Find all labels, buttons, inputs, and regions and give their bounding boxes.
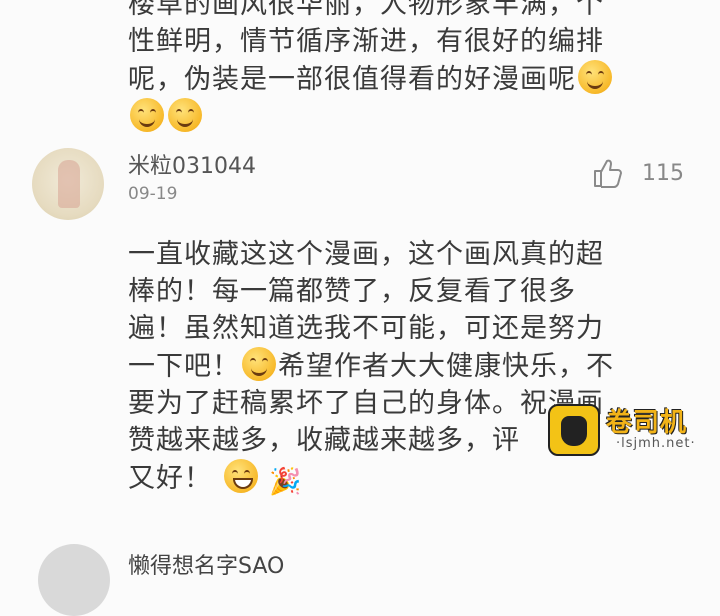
comment-line: 又好！ 🎉 xyxy=(128,459,668,501)
like-count: 115 xyxy=(642,160,684,186)
watermark-logo-icon xyxy=(548,404,600,456)
previous-comment-line: 楼草的画风很华丽，人物形象丰满，个 xyxy=(128,0,604,20)
smile-emoji-icon xyxy=(130,98,164,132)
previous-comment-emoji-row xyxy=(128,98,668,136)
previous-comment-text: 楼草的画风很华丽，人物形象丰满，个 性鲜明，情节循序渐进，有很好的编排 呢，伪装… xyxy=(128,0,668,136)
smile-emoji-icon xyxy=(578,60,612,94)
avatar[interactable] xyxy=(38,544,110,616)
watermark-subtitle: ·lsjmh.net· xyxy=(616,436,696,451)
comment-body: 一直收藏这这个漫画，这个画风真的超 棒的！每一篇都赞了，反复看了很多 遍！虽然知… xyxy=(128,236,668,501)
previous-comment-line: 呢，伪装是一部很值得看的好漫画呢 xyxy=(128,60,668,98)
smile-emoji-icon xyxy=(242,347,276,381)
like-button[interactable]: 115 xyxy=(592,156,684,190)
watermark: 卷司机 ·lsjmh.net· xyxy=(548,402,708,458)
avatar[interactable] xyxy=(32,148,104,220)
smile-emoji-icon xyxy=(168,98,202,132)
previous-comment-line-text: 呢，伪装是一部很值得看的好漫画呢 xyxy=(128,64,576,95)
comment-line: 棒的！每一篇都赞了，反复看了很多 xyxy=(128,276,576,307)
thumbs-up-icon xyxy=(594,159,622,188)
previous-comment-line: 性鲜明，情节循序渐进，有很好的编排 xyxy=(128,26,604,57)
watermark-title: 卷司机 xyxy=(606,408,688,438)
comment-line: 遍！虽然知道选我不可能，可还是努力 xyxy=(128,313,604,344)
comment-line: 一下吧！ 希望作者大大健康快乐，不 xyxy=(128,347,668,385)
comment-line: 一直收藏这这个漫画，这个画风真的超 xyxy=(128,239,604,270)
grin-emoji-icon xyxy=(223,459,258,493)
comment-date: 09-19 xyxy=(128,184,178,204)
comment-line-text: 又好！ xyxy=(128,463,212,494)
comment-line-text: 一下吧！ xyxy=(128,351,240,382)
comment-username[interactable]: 懒得想名字SAO xyxy=(128,548,284,580)
party-popper-icon: 🎉 xyxy=(269,467,303,497)
comment-username[interactable]: 米粒031044 xyxy=(128,148,256,180)
comment-line-text: 希望作者大大健康快乐，不 xyxy=(278,351,614,382)
